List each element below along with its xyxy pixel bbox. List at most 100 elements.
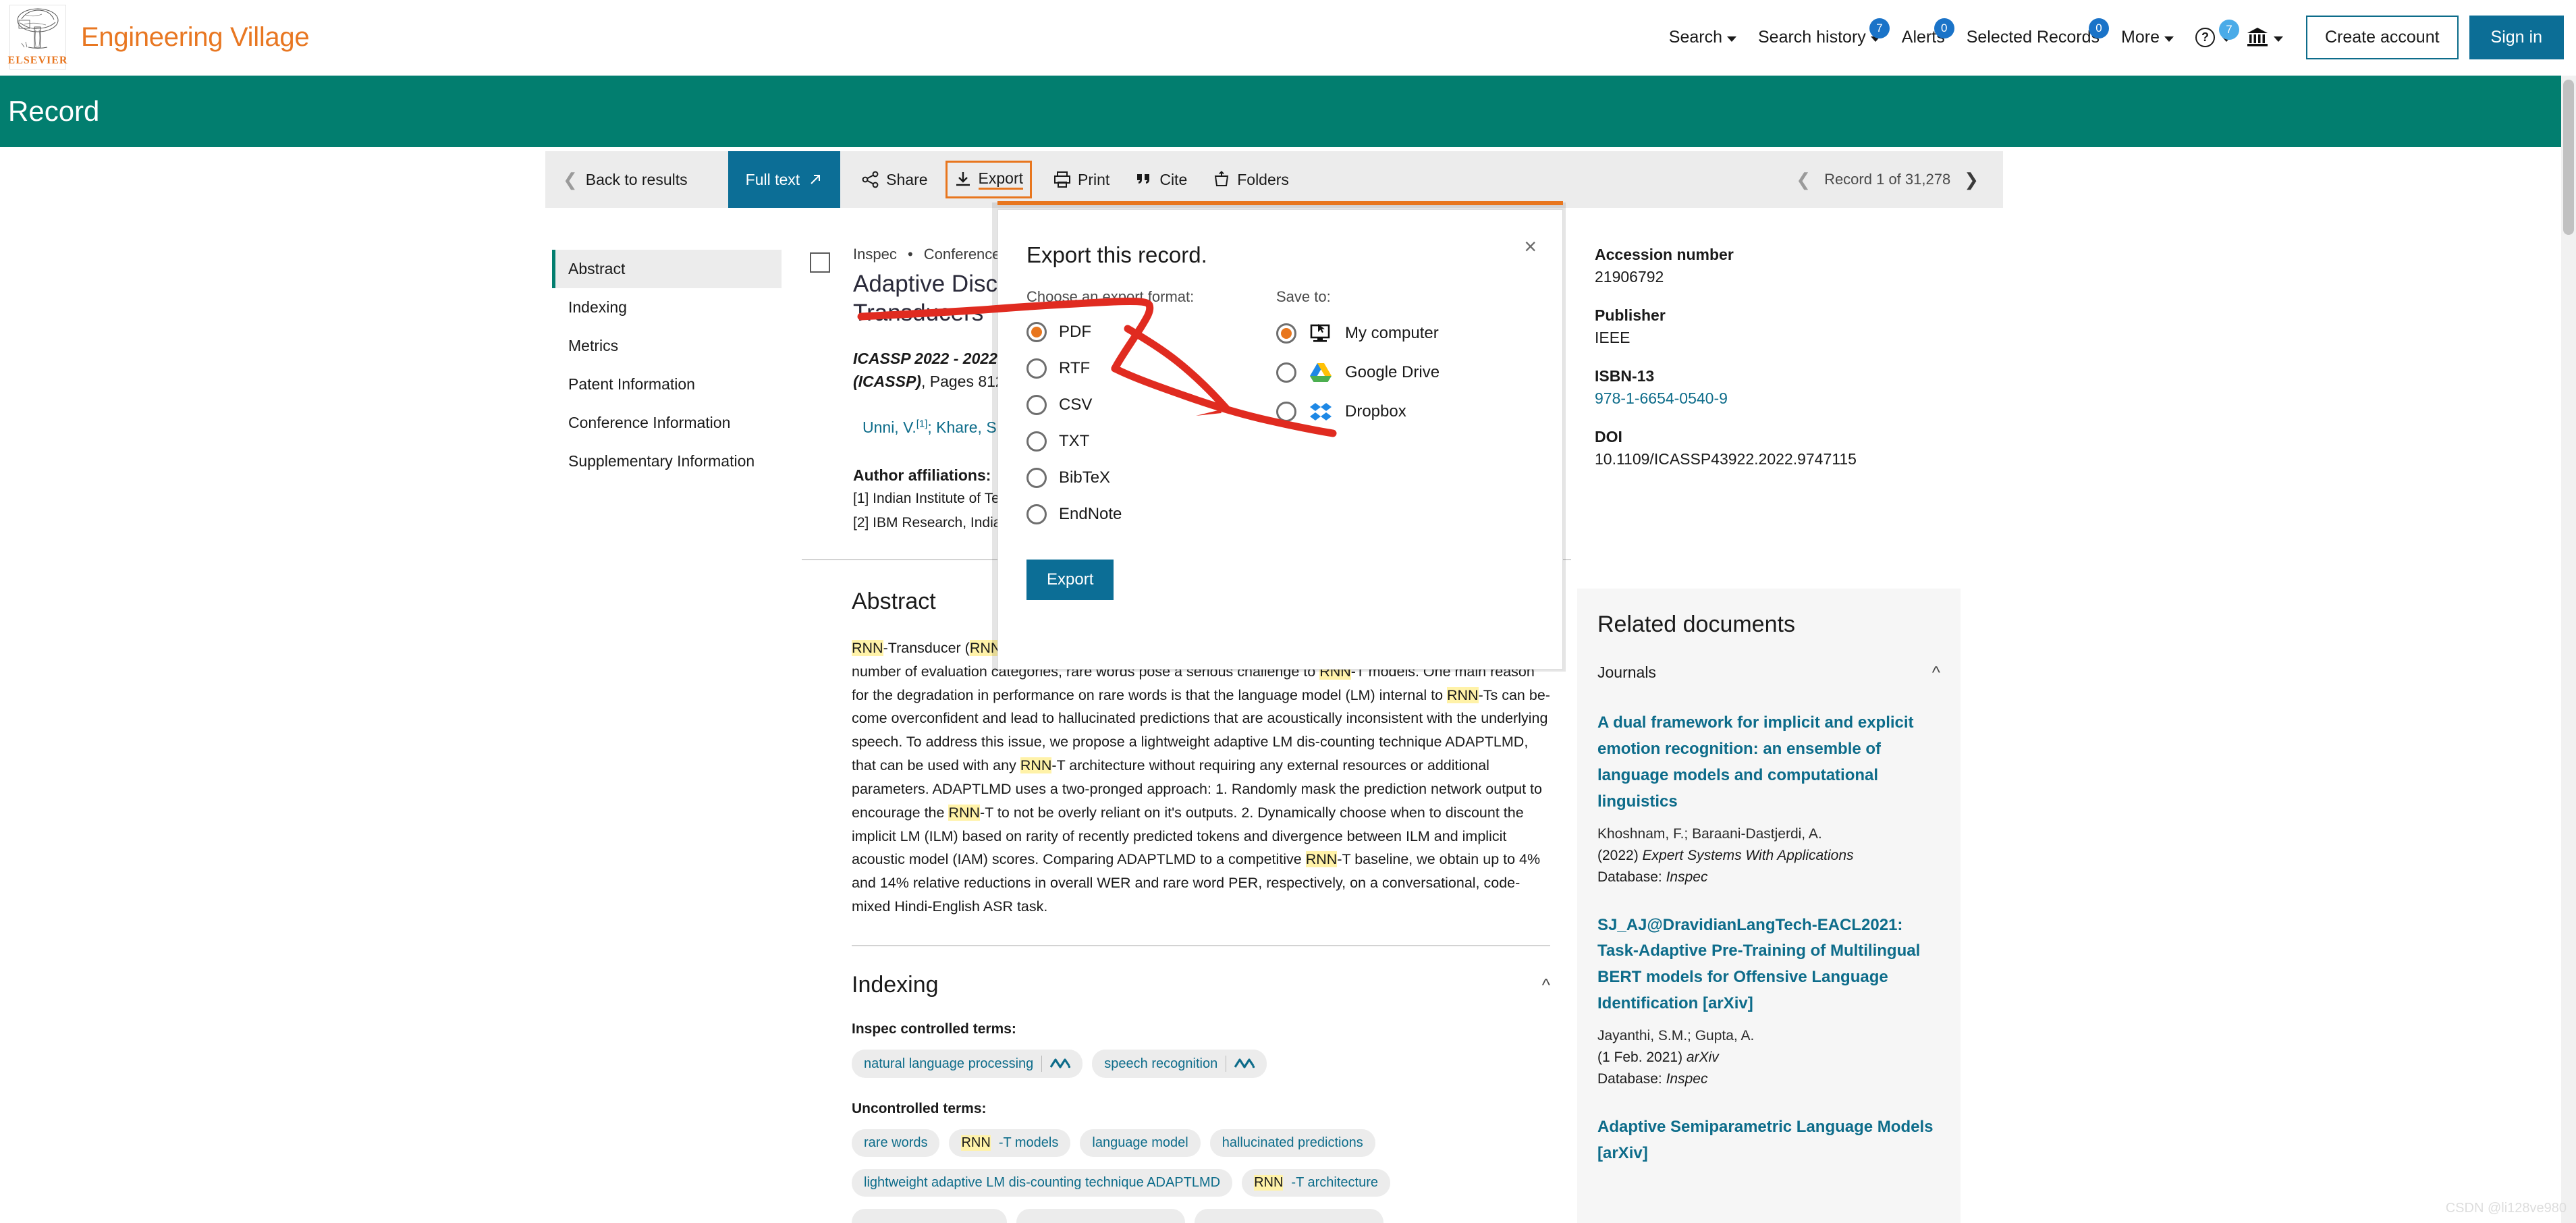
accession-value: 21906792	[1595, 268, 1664, 286]
watermark-text: CSDN @li128ve980	[2445, 1201, 2567, 1216]
format-option-endnote[interactable]: EndNote	[1026, 504, 1276, 524]
export-button[interactable]: Export	[945, 161, 1033, 198]
sidebar-item-metrics[interactable]: Metrics	[552, 327, 782, 365]
format-option-rtf[interactable]: RTF	[1026, 358, 1276, 379]
chip-controlled-term[interactable]: speech recognition	[1092, 1050, 1267, 1078]
sidebar-item-patent-information[interactable]: Patent Information	[552, 365, 782, 404]
chip-uncontrolled-term[interactable]: hallucinated predictions	[1209, 1129, 1375, 1157]
destination-option-my-computer[interactable]: My computer	[1276, 322, 1533, 345]
format-option-csv[interactable]: CSV	[1026, 395, 1276, 415]
chip-label: speech recognition	[1104, 1056, 1218, 1071]
select-record-checkbox[interactable]	[810, 252, 830, 273]
author-1[interactable]: Unni, V.	[862, 418, 916, 436]
create-account-button[interactable]: Create account	[2306, 15, 2459, 59]
sidebar-label-conference: Conference Information	[568, 414, 731, 431]
destination-option-google-drive[interactable]: Google Drive	[1276, 361, 1533, 384]
export-format-group: Choose an export format: PDF RTF CSV TXT	[1026, 288, 1276, 524]
nav-search[interactable]: Search	[1658, 21, 1747, 54]
full-text-button[interactable]: Full text	[728, 151, 841, 208]
nav-help[interactable]: ? 7	[2185, 19, 2239, 54]
related-document-item: A dual framework for implicit and explic…	[1597, 710, 1940, 886]
radio-rtf[interactable]	[1026, 358, 1047, 379]
folders-button[interactable]: Folders	[1209, 165, 1293, 194]
cite-button[interactable]: Cite	[1131, 165, 1191, 194]
format-option-pdf[interactable]: PDF	[1026, 322, 1276, 342]
format-option-bibtex[interactable]: BibTeX	[1026, 468, 1276, 488]
sidebar-item-supplementary-information[interactable]: Supplementary Information	[552, 442, 782, 481]
nav-alerts[interactable]: Alerts 0	[1891, 18, 1956, 54]
chevron-up-icon[interactable]: ^	[1542, 975, 1550, 996]
chip-controlled-term[interactable]: natural language processing	[852, 1050, 1083, 1078]
nav-selected-records[interactable]: Selected Records 0	[1956, 18, 2110, 54]
nav-more[interactable]: More	[2110, 21, 2185, 54]
radio-my-computer[interactable]	[1276, 323, 1296, 344]
scrollbar-thumb[interactable]	[2563, 80, 2574, 235]
elsevier-wordmark: ELSEVIER	[7, 55, 68, 66]
radio-bibtex[interactable]	[1026, 468, 1047, 488]
export-confirm-button[interactable]: Export	[1026, 560, 1114, 600]
meta-isbn: ISBN-13 978-1-6654-0540-9	[1595, 367, 1986, 408]
related-group-journals[interactable]: Journals ^	[1597, 662, 1940, 683]
sign-in-button[interactable]: Sign in	[2469, 15, 2564, 59]
chip-uncontrolled-term[interactable]	[1195, 1209, 1383, 1223]
top-navigation-bar: ELSEVIER Engineering Village Search Sear…	[0, 0, 2576, 74]
uncontrolled-terms-chips-row2: lightweight adaptive LM dis-counting tec…	[852, 1169, 1550, 1197]
back-to-results-button[interactable]: ❮ Back to results	[563, 169, 688, 190]
isbn-value[interactable]: 978-1-6654-0540-9	[1595, 389, 1986, 408]
next-record-button[interactable]: ❯	[1964, 169, 1979, 190]
radio-csv[interactable]	[1026, 395, 1047, 415]
sidebar-item-conference-information[interactable]: Conference Information	[552, 404, 782, 442]
abstract-highlight-rnn-5: RNN	[1020, 757, 1052, 774]
nav-selected-records-label: Selected Records	[1966, 27, 2100, 47]
sidebar-label-supplementary: Supplementary Information	[568, 452, 755, 470]
related-journal: Expert Systems With Applications	[1642, 847, 1854, 863]
record-database: Inspec	[853, 246, 897, 263]
prev-record-button[interactable]: ❮	[1796, 169, 1811, 190]
chip-uncontrolled-term[interactable]: lightweight adaptive LM dis-counting tec…	[852, 1169, 1233, 1197]
external-link-icon	[811, 175, 821, 184]
meta-publisher: Publisher IEEE	[1595, 306, 1986, 347]
selected-records-badge: 0	[2089, 18, 2110, 38]
search-history-badge: 7	[1869, 18, 1890, 38]
format-option-txt[interactable]: TXT	[1026, 431, 1276, 452]
sidebar-item-indexing[interactable]: Indexing	[552, 288, 782, 327]
destination-option-dropbox[interactable]: Dropbox	[1276, 400, 1533, 423]
radio-txt[interactable]	[1026, 431, 1047, 452]
cite-label: Cite	[1159, 170, 1188, 188]
radio-endnote[interactable]	[1026, 504, 1047, 524]
sidebar-item-abstract[interactable]: Abstract	[552, 250, 782, 288]
chip-uncontrolled-term[interactable]: language model	[1080, 1129, 1201, 1157]
radio-dropbox[interactable]	[1276, 402, 1296, 422]
author-2[interactable]: Khare, S.	[936, 418, 1001, 436]
radio-google-drive[interactable]	[1276, 362, 1296, 383]
close-icon[interactable]: ×	[1524, 236, 1537, 257]
section-divider-abstract-indexing	[852, 945, 1550, 946]
nav-search-history[interactable]: Search history 7	[1747, 18, 1891, 54]
export-destination-group: Save to: My computer Google Drive Dropbo…	[1276, 288, 1533, 524]
related-document-item: SJ_AJ@DravidianLangTech-EACL2021: Task-A…	[1597, 913, 1940, 1088]
radio-pdf[interactable]	[1026, 322, 1047, 342]
record-metadata-column: Accession number 21906792 Publisher IEEE…	[1595, 246, 1986, 489]
indexing-section: Indexing ^ Inspec controlled terms: natu…	[852, 972, 1550, 1223]
format-csv-label: CSV	[1059, 396, 1093, 414]
brand-logo-group[interactable]: ELSEVIER Engineering Village	[7, 5, 310, 70]
record-pagination: ❮ Record 1 of 31,278 ❯	[1796, 169, 1979, 190]
related-document-title[interactable]: SJ_AJ@DravidianLangTech-EACL2021: Task-A…	[1597, 913, 1940, 1018]
chevron-down-icon	[1727, 36, 1736, 42]
chip-uncontrolled-term[interactable]: RNN -T models	[949, 1129, 1071, 1157]
nav-institution[interactable]	[2235, 20, 2294, 55]
chip-uncontrolled-term[interactable]: RNN -T architecture	[1242, 1169, 1390, 1197]
related-document-title[interactable]: Adaptive Semiparametric Language Models …	[1597, 1114, 1940, 1167]
related-db-value: Inspec	[1666, 1071, 1708, 1087]
export-modal: × Export this record. Choose an export f…	[997, 209, 1563, 670]
share-button[interactable]: Share	[858, 165, 931, 194]
chip-uncontrolled-term[interactable]: rare words	[852, 1129, 940, 1157]
print-button[interactable]: Print	[1049, 165, 1114, 194]
related-document-title[interactable]: A dual framework for implicit and explic…	[1597, 710, 1940, 815]
page-scrollbar[interactable]	[2561, 76, 2576, 1223]
download-export-icon	[956, 172, 970, 186]
elsevier-tree-icon	[17, 8, 59, 49]
chip-uncontrolled-term[interactable]	[1016, 1209, 1185, 1223]
chevron-up-icon[interactable]: ^	[1932, 662, 1940, 683]
chip-uncontrolled-term[interactable]	[852, 1209, 1007, 1223]
